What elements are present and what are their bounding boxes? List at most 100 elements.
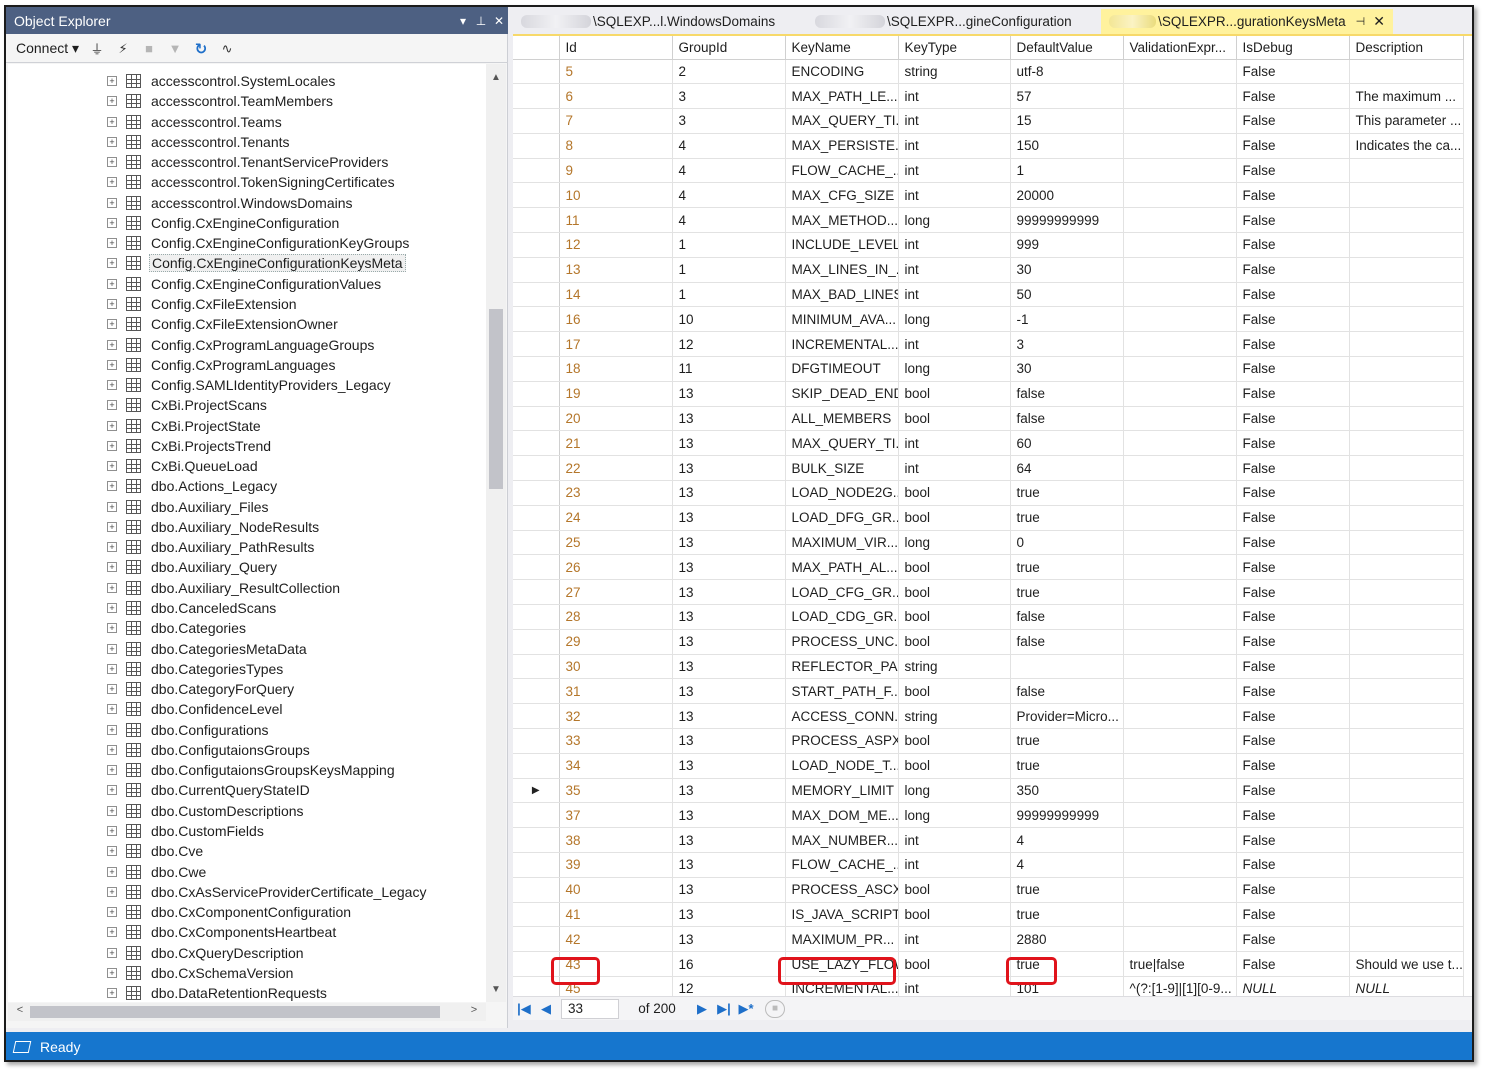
grid-cell[interactable]: 2880: [1010, 926, 1124, 953]
grid-cell[interactable]: 26: [559, 554, 673, 581]
grid-cell[interactable]: MAX_CFG_SIZE: [785, 182, 899, 209]
grid-cell[interactable]: 4: [672, 207, 786, 234]
grid-cell[interactable]: [1123, 232, 1237, 258]
grid-cell[interactable]: 1: [672, 282, 786, 308]
grid-cell[interactable]: [1123, 381, 1237, 407]
table-row[interactable]: 28 13 LOAD_CDG_GR... bool false False: [513, 604, 1464, 630]
grid-cell[interactable]: [1010, 654, 1124, 680]
grid-cell[interactable]: 13: [672, 902, 786, 928]
grid-cell[interactable]: False: [1236, 753, 1350, 779]
grid-cell[interactable]: IS_JAVA_SCRIPT...: [785, 902, 899, 928]
grid-cell[interactable]: true|false: [1123, 951, 1237, 977]
grid-cell[interactable]: [1349, 406, 1464, 432]
expand-icon[interactable]: +: [107, 116, 117, 127]
grid-corner[interactable]: [513, 36, 560, 60]
grid-cell[interactable]: 25: [559, 530, 673, 556]
row-selector[interactable]: [513, 232, 560, 258]
grid-cell[interactable]: ACCESS_CONN...: [785, 703, 899, 730]
expand-icon[interactable]: +: [107, 623, 117, 634]
grid-cell[interactable]: 12: [559, 232, 673, 258]
grid-cell[interactable]: 13: [559, 257, 673, 283]
table-row[interactable]: 11 4 MAX_METHOD... long 99999999999 False: [513, 207, 1464, 234]
grid-cell[interactable]: LOAD_NODE_T...: [785, 753, 899, 779]
current-record-input[interactable]: 33: [561, 998, 619, 1019]
scroll-thumb[interactable]: [489, 309, 503, 489]
grid-cell[interactable]: 13: [672, 530, 786, 556]
grid-cell[interactable]: False: [1236, 926, 1350, 953]
column-header[interactable]: KeyType: [898, 36, 1011, 60]
tree-node[interactable]: + CxBi.ProjectState: [8, 416, 486, 436]
table-row[interactable]: 26 13 MAX_PATH_AL... bool true False: [513, 554, 1464, 581]
tree-node[interactable]: + accesscontrol.Teams: [8, 112, 486, 132]
grid-cell[interactable]: False: [1236, 902, 1350, 928]
grid-cell[interactable]: 20000: [1010, 182, 1124, 209]
grid-cell[interactable]: false: [1010, 604, 1124, 630]
grid-cell[interactable]: true: [1010, 554, 1124, 581]
table-row[interactable]: 40 13 PROCESS_ASCX bool true False: [513, 877, 1464, 903]
tree-node[interactable]: + CxBi.ProjectScans: [8, 395, 486, 415]
expand-icon[interactable]: +: [107, 96, 117, 107]
expand-icon[interactable]: +: [107, 278, 117, 289]
grid-cell[interactable]: False: [1236, 232, 1350, 258]
grid-cell[interactable]: [1349, 480, 1464, 506]
tree-node[interactable]: + accesscontrol.Tenants: [8, 132, 486, 152]
grid-cell[interactable]: string: [898, 59, 1011, 85]
tree-node[interactable]: + Config.CxEngineConfigurationKeyGroups: [8, 233, 486, 253]
tree-node[interactable]: + dbo.Auxiliary_Files: [8, 497, 486, 517]
grid-cell[interactable]: False: [1236, 951, 1350, 977]
refresh-icon[interactable]: ↻: [193, 39, 209, 59]
tree-node[interactable]: + dbo.CxComponentConfiguration: [8, 902, 486, 922]
last-record-icon[interactable]: ▶|: [713, 1001, 735, 1017]
tree-node[interactable]: + dbo.CurrentQueryStateID: [8, 780, 486, 800]
grid-cell[interactable]: bool: [898, 381, 1011, 407]
grid-cell[interactable]: int: [898, 282, 1011, 308]
grid-cell[interactable]: [1123, 902, 1237, 928]
tree-node[interactable]: + dbo.Auxiliary_PathResults: [8, 537, 486, 557]
grid-cell[interactable]: 27: [559, 579, 673, 606]
grid-cell[interactable]: true: [1010, 480, 1124, 506]
grid-cell[interactable]: NULL: [1236, 976, 1350, 996]
grid-cell[interactable]: 7: [559, 108, 673, 134]
grid-cell[interactable]: int: [898, 926, 1011, 953]
grid-cell[interactable]: 11: [672, 356, 786, 382]
grid-cell[interactable]: [1349, 381, 1464, 407]
row-selector[interactable]: [513, 430, 560, 457]
grid-cell[interactable]: 13: [672, 455, 786, 482]
expand-icon[interactable]: +: [107, 238, 117, 249]
expand-icon[interactable]: +: [107, 967, 117, 978]
grid-cell[interactable]: MAX_DOM_ME...: [785, 802, 899, 829]
grid-cell[interactable]: [1349, 778, 1464, 804]
table-row[interactable]: 18 11 DFGTIMEOUT long 30 False: [513, 356, 1464, 382]
grid-cell[interactable]: PROCESS_ASPX: [785, 728, 899, 754]
row-selector[interactable]: ▶: [513, 778, 560, 804]
row-selector[interactable]: [513, 455, 560, 482]
grid-cell[interactable]: [1349, 926, 1464, 953]
grid-cell[interactable]: 3: [672, 108, 786, 134]
document-tab[interactable]: \SQLEXPR...gineConfiguration: [807, 9, 1101, 34]
row-selector[interactable]: [513, 753, 560, 779]
grid-cell[interactable]: MAX_BAD_LINES: [785, 282, 899, 308]
grid-cell[interactable]: [1349, 703, 1464, 730]
expand-icon[interactable]: +: [107, 177, 117, 188]
grid-cell[interactable]: 13: [672, 678, 786, 705]
grid-cell[interactable]: 17: [559, 331, 673, 358]
tree-node[interactable]: + dbo.Configurations: [8, 720, 486, 740]
grid-cell[interactable]: -1: [1010, 306, 1124, 333]
grid-cell[interactable]: 13: [672, 654, 786, 680]
expand-icon[interactable]: +: [107, 684, 117, 695]
grid-cell[interactable]: MAXIMUM_PR...: [785, 926, 899, 953]
grid-cell[interactable]: 39: [559, 852, 673, 878]
grid-cell[interactable]: 150: [1010, 133, 1124, 159]
grid-cell[interactable]: PROCESS_UNC...: [785, 629, 899, 655]
grid-cell[interactable]: string: [898, 703, 1011, 730]
grid-cell[interactable]: Should we use t...: [1349, 951, 1464, 977]
grid-cell[interactable]: 37: [559, 802, 673, 829]
row-selector[interactable]: [513, 629, 560, 655]
grid-cell[interactable]: [1349, 852, 1464, 878]
tree-node[interactable]: + dbo.Auxiliary_ResultCollection: [8, 578, 486, 598]
grid-cell[interactable]: [1349, 331, 1464, 358]
document-tab[interactable]: \SQLEXP...l.WindowsDomains: [513, 9, 807, 34]
table-row[interactable]: 34 13 LOAD_NODE_T... bool true False: [513, 753, 1464, 779]
grid-cell[interactable]: 13: [672, 505, 786, 531]
grid-cell[interactable]: [1349, 232, 1464, 258]
